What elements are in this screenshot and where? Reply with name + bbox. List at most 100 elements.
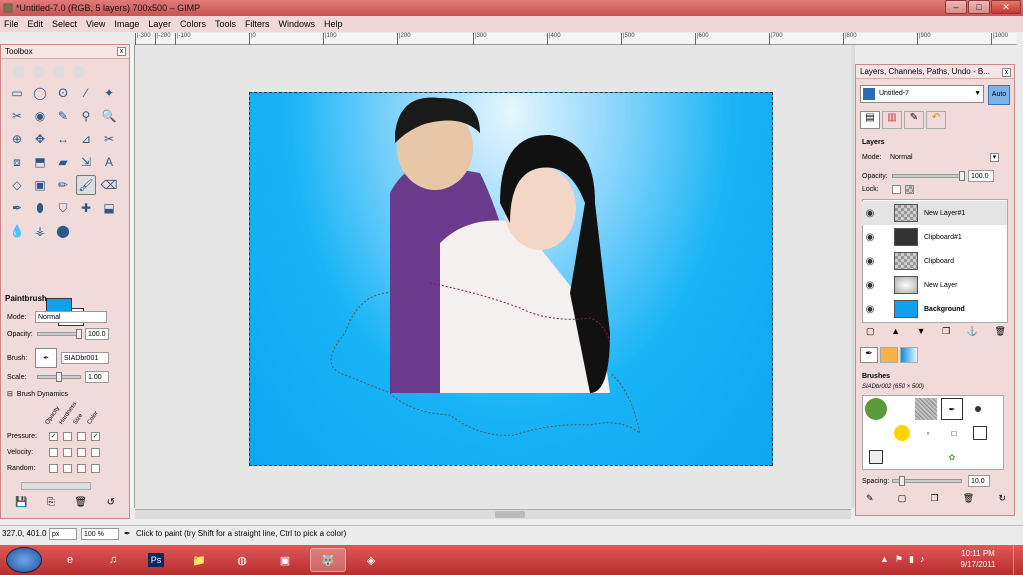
expander-icon[interactable]: ⊟ <box>7 390 13 398</box>
layer-row[interactable]: ◉ New Layer#1 <box>862 201 1007 225</box>
taskbar-chrome-icon[interactable]: ◍ <box>224 548 260 572</box>
brush-cell[interactable]: ✒ <box>941 398 963 420</box>
undo-tab-icon[interactable]: ↶ <box>926 111 946 129</box>
tool-button-32[interactable]: ⬤ <box>53 221 73 241</box>
delete-brush-icon[interactable]: 🗑 <box>963 493 974 504</box>
taskbar-ie-icon[interactable]: e <box>52 548 88 572</box>
lock-pixels-checkbox[interactable] <box>892 185 901 194</box>
tool-button-20[interactable]: ◇ <box>7 175 27 195</box>
tool-button-2[interactable]: ʘ <box>53 83 73 103</box>
brush-cell[interactable] <box>865 446 887 468</box>
lock-alpha-checkbox[interactable] <box>905 185 914 194</box>
layer-row[interactable]: ◉ Background <box>862 297 1007 321</box>
tool-button-31[interactable]: ⚶ <box>30 221 50 241</box>
horizontal-ruler[interactable]: |-300 |-200 |-100 |0 |100 |200 |300 |400… <box>135 33 1017 45</box>
tool-button-8[interactable]: ⚲ <box>76 106 96 126</box>
menu-edit[interactable]: Edit <box>28 16 44 32</box>
lower-layer-icon[interactable]: ▼ <box>917 326 926 337</box>
new-layer-icon[interactable]: ▢ <box>866 326 875 337</box>
delete-layer-icon[interactable]: 🗑 <box>995 326 1006 337</box>
mode-dropdown-icon[interactable]: ▾ <box>990 153 999 162</box>
horizontal-scrollbar[interactable] <box>135 509 851 519</box>
tool-button-11[interactable]: ✥ <box>30 129 50 149</box>
opacity-slider-knob[interactable] <box>76 329 82 339</box>
opacity-field[interactable]: 100.0 <box>85 328 109 340</box>
layers-opacity-knob[interactable] <box>959 171 965 181</box>
tray-up-arrow-icon[interactable]: ▲ <box>880 554 889 565</box>
brush-cell[interactable] <box>969 422 991 444</box>
layers-opacity-field[interactable]: 100.0 <box>968 170 994 182</box>
layer-row[interactable]: ◉ New Layer <box>862 273 1007 297</box>
options-scrollbar[interactable] <box>21 482 91 490</box>
brushes-tab-icon[interactable]: ✒ <box>860 347 878 363</box>
brush-cell[interactable]: □ <box>943 422 965 444</box>
tool-button-7[interactable]: ✎ <box>53 106 73 126</box>
tool-button-17[interactable]: ▰ <box>53 152 73 172</box>
tool-button-12[interactable]: ↔ <box>53 129 73 149</box>
tray-network-icon[interactable]: ▮ <box>909 554 914 565</box>
zoom-menu[interactable]: 100 % <box>81 528 119 540</box>
patterns-tab-icon[interactable] <box>880 347 898 363</box>
tray-volume-icon[interactable]: ♪ <box>920 554 925 565</box>
refresh-brushes-icon[interactable]: ↻ <box>998 493 1006 504</box>
taskbar-media-player-icon[interactable]: ♫ <box>95 548 131 572</box>
layer-row[interactable]: ◉ Clipboard <box>862 249 1007 273</box>
tray-flag-icon[interactable]: ⚑ <box>895 554 903 565</box>
restore-options-icon[interactable]: ⎘ <box>47 497 55 508</box>
taskbar-explorer-icon[interactable]: 📁 <box>181 548 217 572</box>
menu-file[interactable]: File <box>4 16 19 32</box>
tool-button-3[interactable]: ⁄ <box>76 83 96 103</box>
toolbox-close-button[interactable]: x <box>117 47 126 56</box>
opacity-slider[interactable] <box>37 329 82 339</box>
dock-close-button[interactable]: x <box>1002 68 1011 77</box>
vertical-ruler[interactable] <box>130 45 135 508</box>
tool-button-24[interactable]: ⌫ <box>99 175 119 195</box>
pressure-opacity-checkbox[interactable]: ✓ <box>49 432 58 441</box>
spacing-field[interactable]: 10.0 <box>968 475 990 487</box>
unit-menu[interactable]: px <box>49 528 77 540</box>
velocity-opacity-checkbox[interactable] <box>49 448 58 457</box>
tool-button-26[interactable]: ⬮ <box>30 198 50 218</box>
tool-button-1[interactable]: ◯ <box>30 83 50 103</box>
maximize-button[interactable]: □ <box>968 0 990 14</box>
edit-brush-icon[interactable]: ✎ <box>866 493 874 504</box>
menu-image[interactable]: Image <box>114 16 139 32</box>
tool-button-15[interactable]: ⧈ <box>7 152 27 172</box>
tool-button-29[interactable]: ⬓ <box>99 198 119 218</box>
pressure-hardness-checkbox[interactable] <box>63 432 72 441</box>
tool-button-5[interactable]: ✂ <box>7 106 27 126</box>
taskbar-paint-icon[interactable]: ▣ <box>267 548 303 572</box>
visibility-eye-icon[interactable]: ◉ <box>862 280 878 291</box>
tool-button-13[interactable]: ⊿ <box>76 129 96 149</box>
spacing-knob[interactable] <box>899 476 905 486</box>
taskbar-other-app-icon[interactable]: ◈ <box>353 548 389 572</box>
scale-field[interactable]: 1.00 <box>85 371 109 383</box>
new-brush-icon[interactable]: ▢ <box>898 493 907 504</box>
menu-windows[interactable]: Windows <box>278 16 315 32</box>
velocity-hardness-checkbox[interactable] <box>63 448 72 457</box>
layers-opacity-slider[interactable] <box>892 171 965 181</box>
brush-preview-button[interactable]: ✒ <box>35 348 57 368</box>
scale-slider-knob[interactable] <box>56 372 62 382</box>
visibility-eye-icon[interactable]: ◉ <box>862 208 878 219</box>
brush-cell[interactable] <box>967 398 989 420</box>
layers-tab-icon[interactable]: ▤ <box>860 111 880 129</box>
reset-options-icon[interactable]: ↺ <box>107 497 115 508</box>
tool-button-21[interactable]: ▣ <box>30 175 50 195</box>
taskbar-gimp-icon[interactable]: 🐺 <box>310 548 346 572</box>
tool-button-9[interactable]: 🔍 <box>99 106 119 126</box>
scrollbar-thumb[interactable] <box>495 511 525 518</box>
channels-tab-icon[interactable]: ▥ <box>882 111 902 129</box>
duplicate-brush-icon[interactable]: ❐ <box>931 493 939 504</box>
velocity-size-checkbox[interactable] <box>77 448 86 457</box>
spacing-slider[interactable] <box>892 476 962 486</box>
start-button[interactable] <box>6 547 42 573</box>
anchor-layer-icon[interactable]: ⚓ <box>967 326 978 337</box>
tool-button-10[interactable]: ⊕ <box>7 129 27 149</box>
visibility-eye-icon[interactable]: ◉ <box>862 304 878 315</box>
gradients-tab-icon[interactable] <box>900 347 918 363</box>
show-desktop-button[interactable] <box>1013 545 1023 575</box>
layer-row[interactable]: ◉ Clipboard#1 <box>862 225 1007 249</box>
delete-options-icon[interactable]: 🗑 <box>74 497 87 508</box>
menu-layer[interactable]: Layer <box>148 16 171 32</box>
